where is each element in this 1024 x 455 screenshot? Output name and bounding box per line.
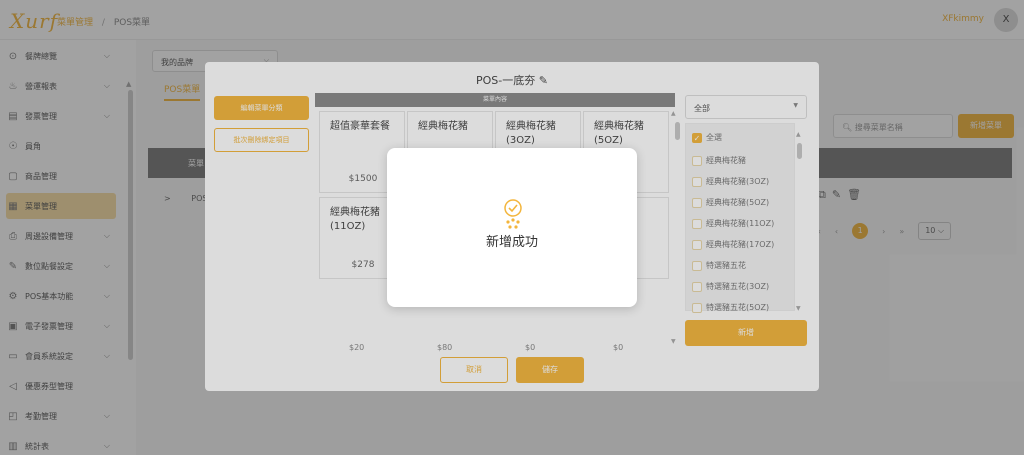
success-check-icon (504, 199, 522, 229)
success-message: 新增成功 (485, 235, 538, 250)
success-dialog: 新增成功 (387, 148, 637, 307)
